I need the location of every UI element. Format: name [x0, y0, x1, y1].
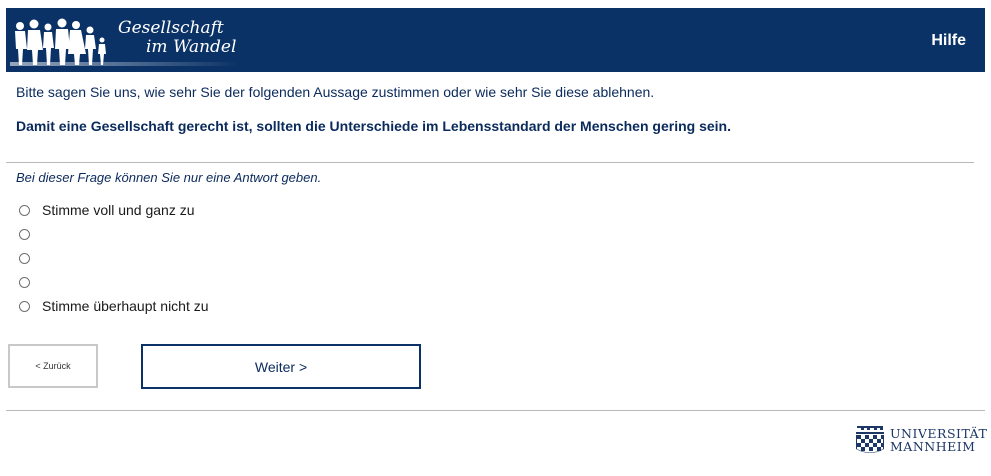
- divider-top: [6, 162, 974, 163]
- option-label: Stimme voll und ganz zu: [42, 202, 195, 218]
- question-statement: Damit eine Gesellschaft gerecht ist, sol…: [16, 118, 731, 134]
- university-line2: MANNHEIM: [890, 439, 976, 454]
- radio-button[interactable]: [19, 252, 30, 264]
- option-4[interactable]: [19, 270, 209, 294]
- answer-options: Stimme voll und ganz zu Stimme überhaupt…: [19, 198, 209, 318]
- next-button[interactable]: Weiter >: [141, 344, 421, 389]
- university-name: UNIVERSITÄT MANNHEIM: [890, 427, 987, 453]
- help-link[interactable]: Hilfe: [931, 32, 966, 50]
- option-3[interactable]: [19, 246, 209, 270]
- divider-bottom: [6, 410, 985, 411]
- university-logo: UNIVERSITÄT MANNHEIM: [853, 423, 987, 457]
- radio-button[interactable]: [19, 276, 30, 288]
- radio-button[interactable]: [19, 228, 30, 240]
- option-5[interactable]: Stimme überhaupt nicht zu: [19, 294, 209, 318]
- radio-button[interactable]: [19, 204, 30, 216]
- answer-hint: Bei dieser Frage können Sie nur eine Ant…: [16, 170, 322, 185]
- option-label: Stimme überhaupt nicht zu: [42, 298, 209, 314]
- logo-line2: im Wandel: [146, 37, 237, 57]
- survey-header: Gesellschaft im Wandel Hilfe: [6, 8, 985, 72]
- radio-button[interactable]: [19, 300, 30, 312]
- logo-line1: Gesellschaft: [118, 18, 224, 38]
- back-button[interactable]: < Zurück: [8, 344, 98, 388]
- university-crest-icon: [856, 426, 884, 453]
- question-intro: Bitte sagen Sie uns, wie sehr Sie der fo…: [16, 84, 655, 100]
- survey-logo-text: Gesellschaft im Wandel: [118, 19, 236, 57]
- option-1[interactable]: Stimme voll und ganz zu: [19, 198, 209, 222]
- option-2[interactable]: [19, 222, 209, 246]
